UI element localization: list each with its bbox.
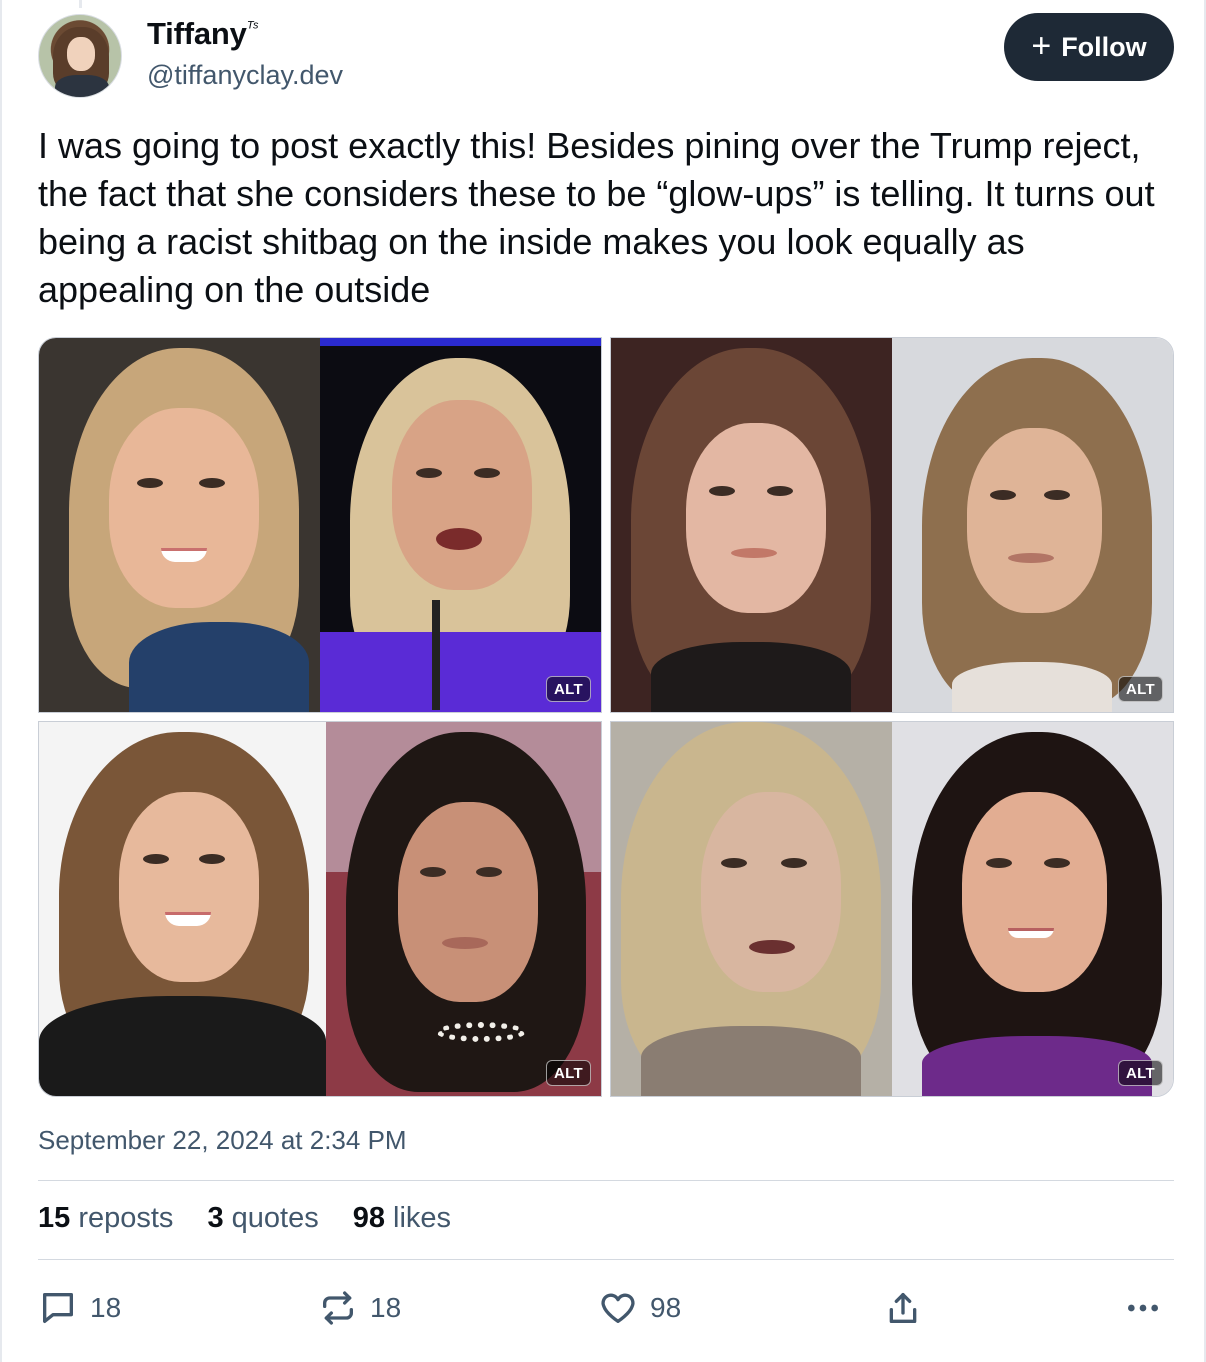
media-grid: ALT ALT ALT ALT (38, 337, 1174, 1097)
photo-left (39, 722, 326, 1096)
photo-left (611, 722, 892, 1096)
likes-stat[interactable]: 98 likes (353, 1202, 451, 1235)
post-container: Tiffanyᵀˢ @tiffanyclay.dev + Follow I wa… (0, 0, 1206, 1362)
post-actions: 18 18 98 (38, 1288, 1174, 1332)
reposts-stat[interactable]: 15 reposts (38, 1202, 173, 1235)
photo-left (611, 338, 892, 712)
reply-count: 18 (90, 1292, 122, 1323)
author-name-text: Tiffany (147, 16, 247, 51)
photo-right (892, 338, 1173, 712)
follow-button-label: Follow (1061, 31, 1147, 62)
author-display-name[interactable]: Tiffanyᵀˢ (147, 16, 258, 52)
author-name-suffix: ᵀˢ (246, 19, 258, 37)
alt-badge[interactable]: ALT (1118, 1060, 1163, 1086)
share-button[interactable] (883, 1288, 923, 1328)
post-text: I was going to post exactly this! Beside… (38, 125, 1155, 310)
reposts-count: 15 (38, 1202, 71, 1234)
repost-count: 18 (370, 1292, 402, 1323)
post-image-3[interactable]: ALT (38, 721, 602, 1097)
alt-badge[interactable]: ALT (546, 676, 591, 702)
avatar[interactable] (38, 14, 122, 98)
photo-left (39, 338, 320, 712)
divider (38, 1180, 1174, 1181)
alt-badge[interactable]: ALT (546, 1060, 591, 1086)
repost-button[interactable]: 18 (318, 1288, 401, 1328)
photo-right (325, 722, 601, 1096)
share-icon (889, 1293, 917, 1323)
reposts-label: reposts (78, 1202, 174, 1234)
plus-icon: + (1031, 26, 1052, 65)
quotes-label: quotes (231, 1202, 319, 1234)
more-options-button[interactable] (1123, 1288, 1163, 1328)
follow-button[interactable]: + Follow (1004, 13, 1174, 81)
author-handle[interactable]: @tiffanyclay.dev (147, 60, 343, 91)
more-icon (1128, 1304, 1158, 1312)
photo-right (320, 338, 601, 712)
thread-line (79, 0, 82, 8)
heart-icon (601, 1293, 635, 1323)
post-timestamp[interactable]: September 22, 2024 at 2:34 PM (38, 1125, 407, 1156)
post-stats: 15 reposts 3 quotes 98 likes (38, 1202, 451, 1235)
divider (38, 1259, 1174, 1260)
photo-right (892, 722, 1173, 1096)
like-button[interactable]: 98 (598, 1288, 681, 1328)
quotes-count: 3 (207, 1202, 224, 1234)
reply-icon (43, 1293, 74, 1323)
like-count: 98 (650, 1292, 682, 1323)
reply-button[interactable]: 18 (38, 1288, 121, 1328)
likes-label: likes (393, 1202, 452, 1234)
repost-icon (323, 1291, 353, 1325)
post-image-4[interactable]: ALT (610, 721, 1174, 1097)
likes-count: 98 (352, 1202, 385, 1234)
alt-badge[interactable]: ALT (1118, 676, 1163, 702)
post-image-1[interactable]: ALT (38, 337, 602, 713)
quotes-stat[interactable]: 3 quotes (207, 1202, 318, 1235)
post-image-2[interactable]: ALT (610, 337, 1174, 713)
